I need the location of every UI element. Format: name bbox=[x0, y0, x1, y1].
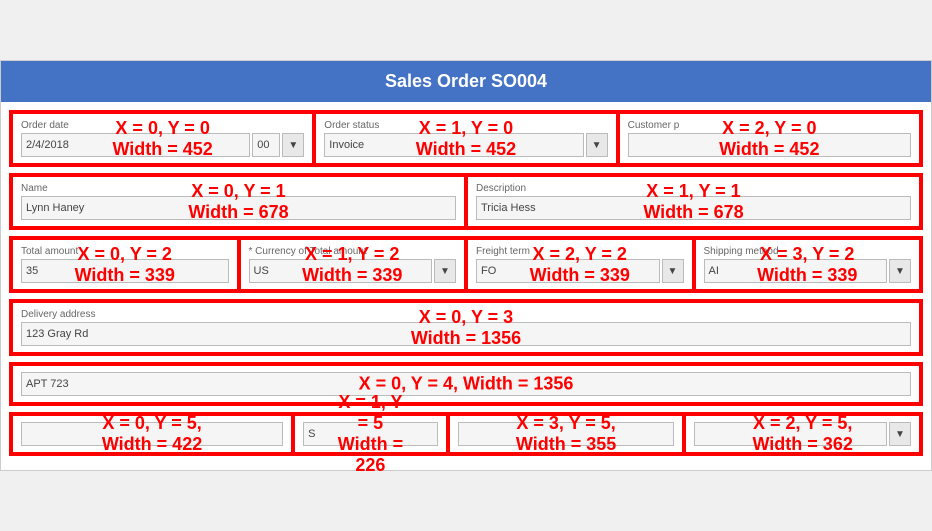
input-2-0[interactable] bbox=[628, 133, 911, 157]
label-0-0: Order date bbox=[21, 120, 304, 131]
label-2-0: Customer p bbox=[628, 120, 911, 131]
input-0-5[interactable] bbox=[21, 422, 283, 446]
label-0-1: Name bbox=[21, 183, 456, 194]
cell-0-5: X = 0, Y = 5, Width = 422 bbox=[11, 414, 293, 454]
form-row-4: APT 723 X = 0, Y = 4, Width = 1356 bbox=[9, 362, 923, 406]
label-1-1: Description bbox=[476, 183, 911, 194]
cell-3-2: Shipping method AI ▼ X = 3, Y = 2 Width … bbox=[694, 238, 922, 291]
input-0-4[interactable]: APT 723 bbox=[21, 372, 911, 396]
input-0-0[interactable]: 2/4/2018 bbox=[21, 133, 250, 157]
main-container: Sales Order SO004 Order date 2/4/2018 00… bbox=[0, 60, 932, 471]
input-1-0[interactable]: Invoice bbox=[324, 133, 583, 157]
label-3-2: Shipping method bbox=[704, 246, 912, 257]
page-title: Sales Order SO004 bbox=[385, 71, 547, 91]
label-0-2: Total amount bbox=[21, 246, 229, 257]
input-1-2[interactable]: US bbox=[249, 259, 433, 283]
time-input-0-0[interactable]: 00 bbox=[252, 133, 280, 157]
label-2-2: Freight term bbox=[476, 246, 684, 257]
input-3-5[interactable] bbox=[458, 422, 675, 446]
label-1-0: Order status bbox=[324, 120, 607, 131]
input-2-2[interactable]: FO bbox=[476, 259, 660, 283]
input-1-1[interactable]: Tricia Hess bbox=[476, 196, 911, 220]
input-0-1[interactable]: Lynn Haney bbox=[21, 196, 456, 220]
cell-2-5: ▼ X = 2, Y = 5, Width = 362 bbox=[684, 414, 921, 454]
input-3-2[interactable]: AI bbox=[704, 259, 888, 283]
input-0-2[interactable]: 35 bbox=[21, 259, 229, 283]
select-1-2[interactable]: ▼ bbox=[434, 259, 456, 283]
cell-3-5: X = 3, Y = 5, Width = 355 bbox=[448, 414, 685, 454]
label-1-2: * Currency of Total amount bbox=[249, 246, 457, 257]
form-row-5: X = 0, Y = 5, Width = 422 S X = 1, Y = 5… bbox=[9, 412, 923, 456]
cell-0-1: Name Lynn Haney X = 0, Y = 1 Width = 678 bbox=[11, 175, 466, 228]
cell-2-0: Customer p X = 2, Y = 0 Width = 452 bbox=[618, 112, 921, 165]
form-row-1: Name Lynn Haney X = 0, Y = 1 Width = 678… bbox=[9, 173, 923, 230]
form-row-3: Delivery address 123 Gray Rd X = 0, Y = … bbox=[9, 299, 923, 356]
cell-2-2: Freight term FO ▼ X = 2, Y = 2 Width = 3… bbox=[466, 238, 694, 291]
label-0-3: Delivery address bbox=[21, 309, 911, 320]
select-3-2[interactable]: ▼ bbox=[889, 259, 911, 283]
input-0-3[interactable]: 123 Gray Rd bbox=[21, 322, 911, 346]
input-2-5[interactable] bbox=[694, 422, 887, 446]
title-bar: Sales Order SO004 bbox=[1, 61, 931, 102]
input-1-5[interactable]: S bbox=[303, 422, 438, 446]
select-2-5[interactable]: ▼ bbox=[889, 422, 911, 446]
select-0-0[interactable]: ▼ bbox=[282, 133, 304, 157]
form-row-2: Total amount 35 X = 0, Y = 2 Width = 339… bbox=[9, 236, 923, 293]
cell-1-5: S X = 1, Y = 5 Width = 226 bbox=[293, 414, 448, 454]
cell-1-1: Description Tricia Hess X = 1, Y = 1 Wid… bbox=[466, 175, 921, 228]
cell-1-2: * Currency of Total amount US ▼ X = 1, Y… bbox=[239, 238, 467, 291]
select-1-0[interactable]: ▼ bbox=[586, 133, 608, 157]
cell-0-4: APT 723 X = 0, Y = 4, Width = 1356 bbox=[11, 364, 921, 404]
cell-0-2: Total amount 35 X = 0, Y = 2 Width = 339 bbox=[11, 238, 239, 291]
form-area: Order date 2/4/2018 00 ▼ X = 0, Y = 0 Wi… bbox=[1, 102, 931, 470]
cell-0-0: Order date 2/4/2018 00 ▼ X = 0, Y = 0 Wi… bbox=[11, 112, 314, 165]
select-2-2[interactable]: ▼ bbox=[662, 259, 684, 283]
cell-1-0: Order status Invoice ▼ X = 1, Y = 0 Widt… bbox=[314, 112, 617, 165]
form-row-0: Order date 2/4/2018 00 ▼ X = 0, Y = 0 Wi… bbox=[9, 110, 923, 167]
cell-0-3: Delivery address 123 Gray Rd X = 0, Y = … bbox=[11, 301, 921, 354]
